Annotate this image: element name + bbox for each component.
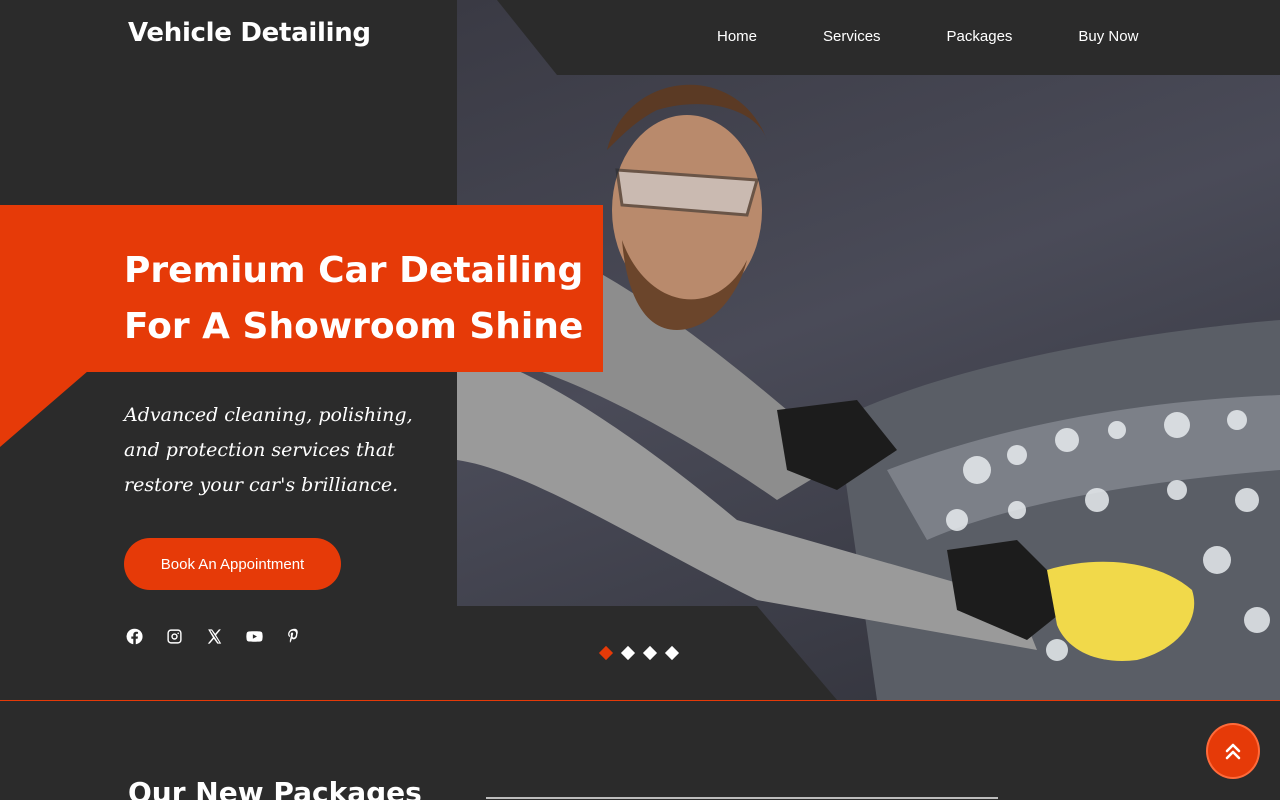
- slider-dots: [598, 645, 689, 661]
- instagram-icon[interactable]: [164, 626, 184, 646]
- hero-subtitle: Advanced cleaning, polishing, and protec…: [124, 404, 413, 496]
- packages-section-title: Our New Packages: [128, 776, 422, 800]
- x-twitter-icon[interactable]: [204, 626, 224, 646]
- section-divider: [0, 700, 1280, 701]
- slider-dot-3[interactable]: [642, 645, 658, 661]
- site-logo[interactable]: Vehicle Detailing: [128, 18, 371, 48]
- slider-dot-2[interactable]: [620, 645, 636, 661]
- back-to-top-button[interactable]: [1206, 723, 1260, 779]
- youtube-icon[interactable]: [244, 626, 264, 646]
- main-nav: Home Services Packages Buy Now: [717, 28, 1138, 45]
- nav-home[interactable]: Home: [717, 28, 757, 45]
- slider-dot-4[interactable]: [664, 645, 680, 661]
- pinterest-icon[interactable]: [284, 626, 304, 646]
- headline-band-tail: [0, 371, 88, 447]
- nav-packages[interactable]: Packages: [947, 28, 1013, 45]
- hero-headline: Premium Car Detailing For A Showroom Shi…: [124, 250, 584, 347]
- slider-dot-1[interactable]: [598, 645, 614, 661]
- section-title-underline: [486, 797, 998, 799]
- nav-services[interactable]: Services: [823, 28, 881, 45]
- social-links: [124, 626, 324, 646]
- nav-buy-now[interactable]: Buy Now: [1078, 28, 1138, 45]
- double-chevron-up-icon: [1225, 743, 1241, 760]
- facebook-icon[interactable]: [124, 626, 144, 646]
- book-appointment-button[interactable]: Book An Appointment: [124, 538, 341, 590]
